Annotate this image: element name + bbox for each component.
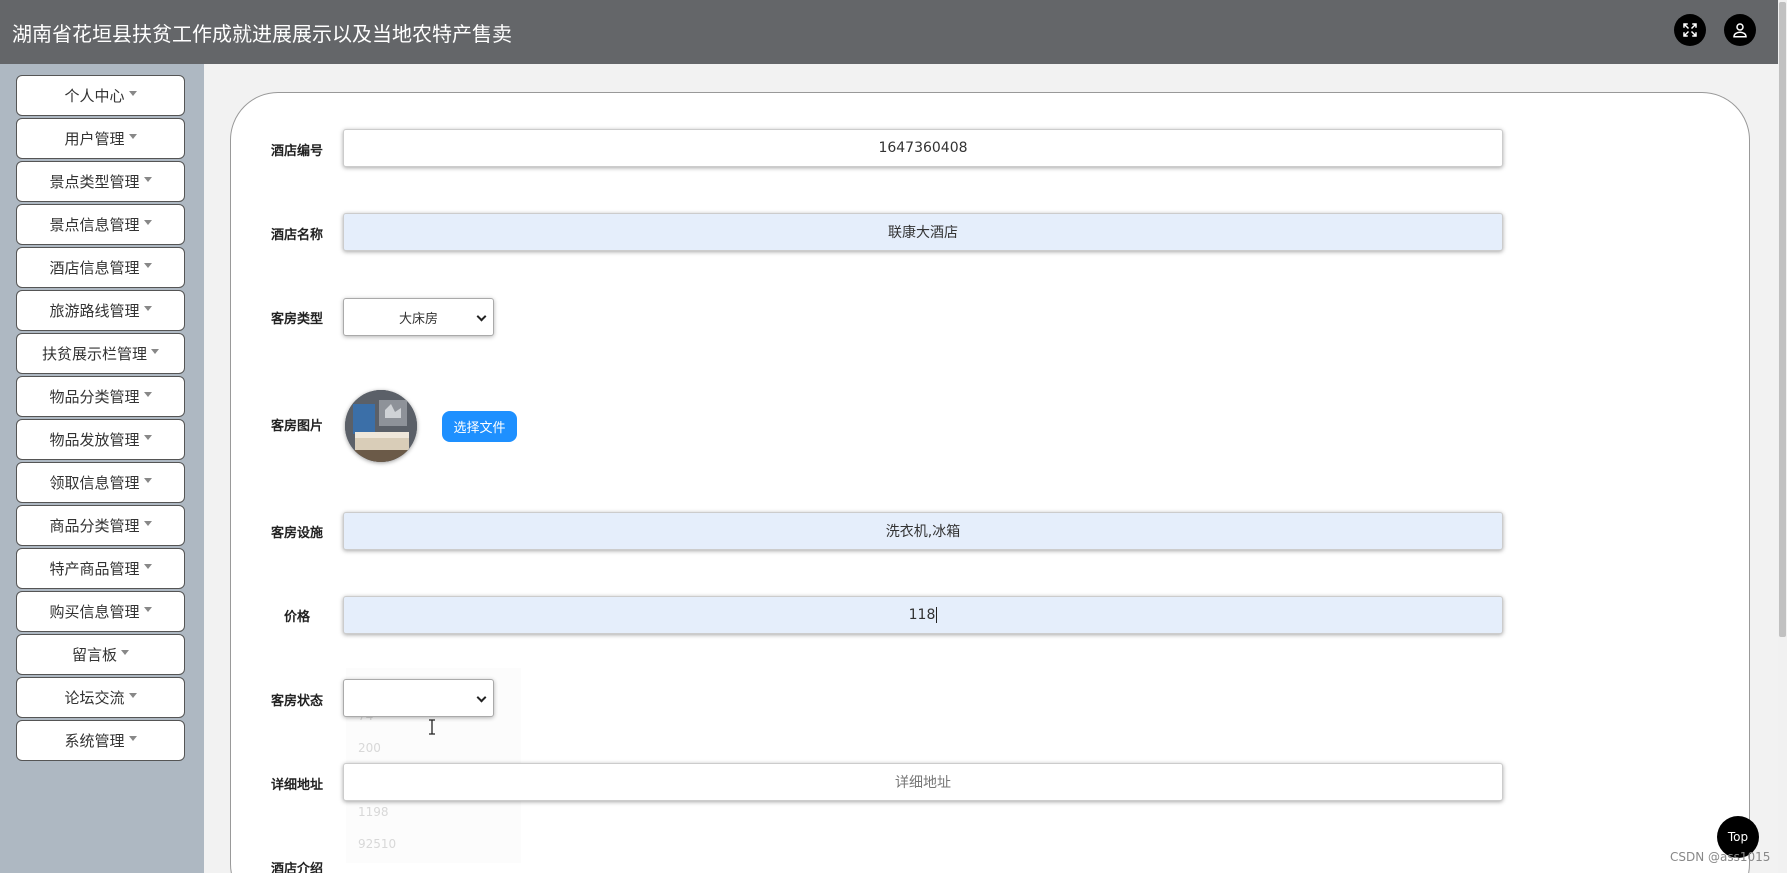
sidebar-item-label: 个人中心 [64,87,125,105]
sidebar-item-label: 物品发放管理 [49,431,140,449]
sidebar-item-label: 物品分类管理 [49,388,140,406]
room-type-select[interactable]: 大床房 [343,298,494,336]
hotel-name-label: 酒店名称 [270,228,323,243]
chevron-down-icon [143,521,152,526]
hotel-no-field[interactable]: 1647360408 [343,129,1503,167]
sidebar-item-specialty-product-management[interactable]: 特产商品管理 [16,548,185,589]
expand-icon[interactable] [1674,14,1706,46]
sidebar-item-travel-route-management[interactable]: 旅游路线管理 [16,290,185,331]
facilities-field[interactable]: 洗衣机,冰箱 [343,512,1503,550]
sidebar-item-personal-center[interactable]: 个人中心 [16,75,185,116]
sidebar-item-label: 商品分类管理 [49,517,140,535]
price-value: 118 [908,607,936,623]
text-cursor-icon [429,719,435,735]
chevron-down-icon [143,306,152,311]
facilities-label: 客房设施 [270,526,323,541]
suggestion-item[interactable]: 92510 [346,828,521,860]
sidebar-item-item-distribution-management[interactable]: 物品发放管理 [16,419,185,460]
hotel-name-field[interactable]: 联康大酒店 [343,213,1503,251]
sidebar-item-label: 用户管理 [64,130,125,148]
user-icon[interactable] [1724,14,1756,46]
sidebar-item-label: 旅游路线管理 [49,302,140,320]
chevron-down-icon [476,311,487,322]
room-status-select[interactable] [343,679,494,717]
address-field[interactable]: 详细地址 [343,763,1503,801]
page-scrollbar[interactable] [1778,0,1787,873]
sidebar-item-hotel-info-management[interactable]: 酒店信息管理 [16,247,185,288]
chevron-down-icon [128,736,137,741]
sidebar-item-label: 留言板 [71,646,117,664]
choose-file-button[interactable]: 选择文件 [442,411,517,442]
sidebar-item-label: 景点类型管理 [49,173,140,191]
sidebar-item-scenic-type-management[interactable]: 景点类型管理 [16,161,185,202]
hotel-intro-label: 酒店介绍 [270,862,323,873]
chevron-down-icon [121,650,129,655]
top-bar: 湖南省花垣县扶贫工作成就进展展示以及当地农特产售卖 [0,0,1778,64]
room-image-label: 客房图片 [270,419,323,434]
room-type-label: 客房类型 [270,312,323,327]
app-title: 湖南省花垣县扶贫工作成就进展展示以及当地农特产售卖 [12,21,512,46]
sidebar-item-claim-info-management[interactable]: 领取信息管理 [16,462,185,503]
sidebar-item-message-board[interactable]: 留言板 [16,634,185,675]
sidebar-item-scenic-info-management[interactable]: 景点信息管理 [16,204,185,245]
sidebar-item-label: 特产商品管理 [49,560,140,578]
sidebar-item-item-category-management[interactable]: 物品分类管理 [16,376,185,417]
chevron-down-icon [143,564,152,569]
chevron-down-icon [143,607,152,612]
watermark: CSDN @ass1015 [1670,850,1771,864]
address-label: 详细地址 [270,778,323,793]
price-field[interactable]: 118 [343,596,1503,634]
sidebar-item-user-management[interactable]: 用户管理 [16,118,185,159]
chevron-down-icon [143,478,152,483]
sidebar-item-forum[interactable]: 论坛交流 [16,677,185,718]
chevron-down-icon [128,134,137,139]
room-type-value: 大床房 [398,311,438,327]
price-label: 价格 [283,610,310,625]
scrollbar-thumb[interactable] [1779,2,1786,637]
chevron-down-icon [151,349,159,354]
hotel-no-label: 酒店编号 [270,144,323,159]
chevron-down-icon [143,392,152,397]
suggestion-item[interactable]: 200 [346,732,521,764]
sidebar-item-label: 领取信息管理 [49,474,140,492]
sidebar-item-label: 论坛交流 [64,689,125,707]
chevron-down-icon [476,692,487,703]
chevron-down-icon [143,263,152,268]
sidebar-item-label: 扶贫展示栏管理 [41,345,147,363]
sidebar-item-label: 系统管理 [64,732,125,750]
sidebar-item-label: 酒店信息管理 [49,259,140,277]
sidebar-item-product-category-management[interactable]: 商品分类管理 [16,505,185,546]
sidebar-item-poverty-display-management[interactable]: 扶贫展示栏管理 [16,333,185,374]
sidebar-item-system-management[interactable]: 系统管理 [16,720,185,761]
sidebar: 个人中心 用户管理 景点类型管理 景点信息管理 酒店信息管理 旅游路线管理 扶贫… [0,64,204,873]
room-status-label: 客房状态 [270,694,323,709]
chevron-down-icon [128,91,137,96]
sidebar-item-purchase-info-management[interactable]: 购买信息管理 [16,591,185,632]
chevron-down-icon [143,177,152,182]
sidebar-item-label: 景点信息管理 [49,216,140,234]
chevron-down-icon [143,435,152,440]
sidebar-item-label: 购买信息管理 [49,603,140,621]
chevron-down-icon [128,693,137,698]
chevron-down-icon [143,220,152,225]
room-image [345,390,417,462]
